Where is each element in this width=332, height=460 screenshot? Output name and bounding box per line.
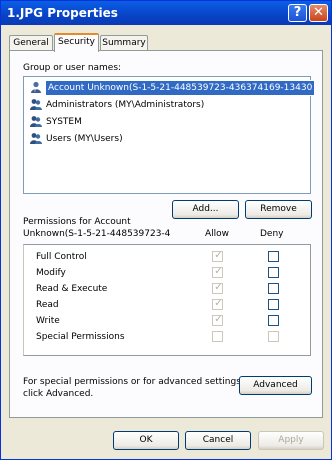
permissions-list: Full Control ✓ Modify ✓ Read & Execute ✓… <box>23 244 311 356</box>
permission-row: Special Permissions <box>36 330 306 344</box>
permission-row: Full Control ✓ <box>36 250 306 264</box>
deny-checkbox[interactable] <box>268 299 279 310</box>
apply-button[interactable]: Apply <box>258 431 324 450</box>
advanced-text-line2: click Advanced. <box>23 389 94 399</box>
remove-button[interactable]: Remove <box>245 200 312 219</box>
permission-label: Read <box>36 300 59 310</box>
permission-row: Read & Execute ✓ <box>36 282 306 296</box>
add-button[interactable]: Add... <box>172 200 239 219</box>
properties-window: 1.JPG Properties ? ✕ General Security Su… <box>0 0 332 460</box>
deny-checkbox[interactable] <box>268 315 279 326</box>
groups-heading: Group or user names: <box>23 63 122 73</box>
unknown-user-icon: ? <box>31 81 41 94</box>
permission-row: Modify ✓ <box>36 266 306 280</box>
permission-label: Read & Execute <box>36 284 108 294</box>
group-icon <box>30 99 42 110</box>
permission-row: Write ✓ <box>36 314 306 328</box>
list-item[interactable]: ? Account Unknown(S-1-5-21-448539723-436… <box>27 80 316 96</box>
permissions-heading-account: Unknown(S-1-5-21-448539723-4 <box>23 229 171 239</box>
permissions-heading: Permissions for Account <box>23 217 131 227</box>
allow-checkbox[interactable] <box>212 331 223 342</box>
advanced-button[interactable]: Advanced <box>239 376 312 395</box>
allow-column-header: Allow <box>205 229 230 239</box>
group-icon <box>30 133 42 144</box>
cancel-button[interactable]: Cancel <box>185 431 251 450</box>
permission-label: Special Permissions <box>36 332 125 342</box>
allow-checkbox[interactable]: ✓ <box>212 250 223 262</box>
allow-checkbox[interactable]: ✓ <box>212 298 223 310</box>
permission-label: Modify <box>36 268 66 278</box>
allow-checkbox[interactable]: ✓ <box>212 266 223 278</box>
tab-security[interactable]: Security <box>54 33 99 52</box>
svg-text:?: ? <box>34 87 37 94</box>
allow-checkbox[interactable]: ✓ <box>212 282 223 294</box>
tab-general[interactable]: General <box>9 35 53 51</box>
close-button[interactable]: ✕ <box>309 4 328 22</box>
deny-column-header: Deny <box>260 229 284 239</box>
allow-checkbox[interactable]: ✓ <box>212 314 223 326</box>
permission-label: Full Control <box>36 252 87 262</box>
tab-summary[interactable]: Summary <box>100 35 148 51</box>
advanced-text: For special permissions or for advanced … <box>23 377 244 387</box>
deny-checkbox[interactable] <box>268 283 279 294</box>
permission-label: Write <box>36 316 60 326</box>
title-bar[interactable]: 1.JPG Properties ? ✕ <box>1 1 331 25</box>
help-button[interactable]: ? <box>288 4 307 22</box>
group-user-list[interactable]: ? Account Unknown(S-1-5-21-448539723-436… <box>23 76 316 194</box>
ok-button[interactable]: OK <box>113 431 179 450</box>
window-title: 1.JPG Properties <box>7 6 118 20</box>
deny-checkbox[interactable] <box>268 267 279 278</box>
permission-row: Read ✓ <box>36 298 306 312</box>
deny-checkbox[interactable] <box>268 251 279 262</box>
deny-checkbox[interactable] <box>268 331 279 342</box>
group-icon <box>30 116 42 127</box>
